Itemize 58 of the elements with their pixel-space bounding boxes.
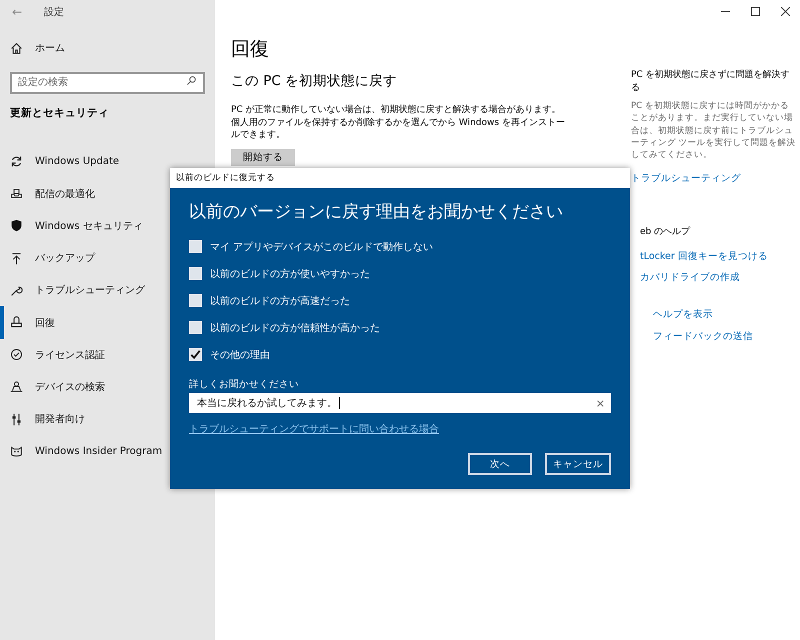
support-link[interactable]: トラブルシューティングでサポートに問い合わせる場合 — [189, 422, 439, 436]
start-button[interactable]: 開始する — [231, 148, 295, 166]
field-label: 詳しくお聞かせください — [189, 378, 300, 391]
sidebar-item[interactable]: Windows Update — [0, 146, 124, 178]
clear-button[interactable]: × — [596, 396, 605, 410]
page-title: 回復 — [231, 37, 270, 62]
dialog-heading: 以前のバージョンに戻す理由をお聞かせください — [189, 201, 564, 223]
details-field[interactable]: 本当に戻れるか試してみます。 × — [189, 393, 611, 413]
help-link[interactable]: フィードバックの送信 — [653, 330, 796, 343]
home-nav-item[interactable]: ホーム — [0, 32, 69, 64]
side-panel-title: PC を初期状態に戻さずに問題を解決する — [631, 68, 791, 94]
search-icon — [186, 75, 197, 86]
sidebar-item[interactable]: 開発者向け — [0, 403, 89, 436]
web-help-title: eb のヘルプ — [639, 225, 692, 238]
checkmark-icon — [189, 348, 202, 361]
checkbox[interactable] — [189, 348, 202, 361]
side-panel-text: PC を初期状態に戻すには時間がかかることがあります。まだ実行していない場合は、初期状態に戻す前にトラブルシューティング ツールを実行して問題を解決してみてください。 — [631, 100, 796, 162]
checkbox-label: その他の理由 — [210, 348, 270, 362]
check-circle-icon — [10, 348, 23, 362]
section-heading: 更新とセキュリティ — [9, 106, 110, 120]
sidebar-item[interactable]: トラブルシューティング — [0, 274, 149, 306]
close-icon — [780, 6, 790, 16]
checkbox-label: 以前のビルドの方が信頼性が高かった — [210, 322, 380, 334]
help-link[interactable]: tLocker 回復キーを見つける — [631, 250, 796, 263]
upload-arrow-icon — [10, 252, 23, 265]
checkbox-label: 以前のビルドの方が高速だった — [210, 294, 350, 308]
checkbox[interactable] — [189, 240, 202, 253]
search-field[interactable]: 設定の検索 — [10, 72, 205, 94]
dialog-title: 以前のビルドに復元する — [170, 168, 630, 188]
checkbox[interactable] — [189, 294, 202, 307]
wrench-icon — [10, 284, 23, 297]
troubleshoot-link[interactable]: トラブルシューティング — [631, 172, 796, 185]
refresh-icon — [10, 155, 23, 168]
section-title: この PC を初期状態に戻す — [231, 72, 398, 90]
sidebar-item[interactable]: Windows セキュリティ — [0, 210, 147, 242]
sidebar-item[interactable]: デバイスの検索 — [0, 370, 109, 403]
sliders-icon — [10, 412, 23, 426]
window-title: 設定 — [44, 6, 64, 19]
dialog-button[interactable]: 次へ — [468, 453, 532, 475]
help-link[interactable]: ヘルプを表示 — [653, 308, 796, 321]
checkbox-label: 以前のビルドの方が使いやすかった — [210, 268, 370, 280]
sidebar-item[interactable]: 配信の最適化 — [0, 178, 99, 210]
sidebar-item[interactable]: バックアップ — [0, 242, 99, 274]
recovery-icon — [10, 316, 23, 330]
help-link[interactable]: カバリドライブの作成 — [631, 270, 796, 284]
person-icon — [10, 380, 23, 394]
sidebar-item[interactable]: Windows Insider Program — [0, 435, 166, 468]
home-icon — [10, 42, 23, 54]
cat-face-icon — [10, 444, 23, 458]
tray-icon — [10, 187, 23, 200]
dialog-button[interactable]: キャンセル — [545, 453, 611, 475]
checkbox[interactable] — [189, 267, 202, 280]
checkbox[interactable] — [189, 321, 202, 334]
sidebar-item[interactable]: ライセンス認証 — [0, 338, 109, 371]
checkbox-label: マイ アプリやデバイスがこのビルドで動作しない — [210, 240, 434, 254]
maximize-icon — [750, 6, 760, 16]
shield-icon — [10, 219, 23, 232]
description-text: PC が正常に動作していない場合は、初期状態に戻すと解決する場合があります。個人用のファイルを保持するか削除するかを選んでから Windows を再インストールできます。 — [231, 104, 566, 142]
